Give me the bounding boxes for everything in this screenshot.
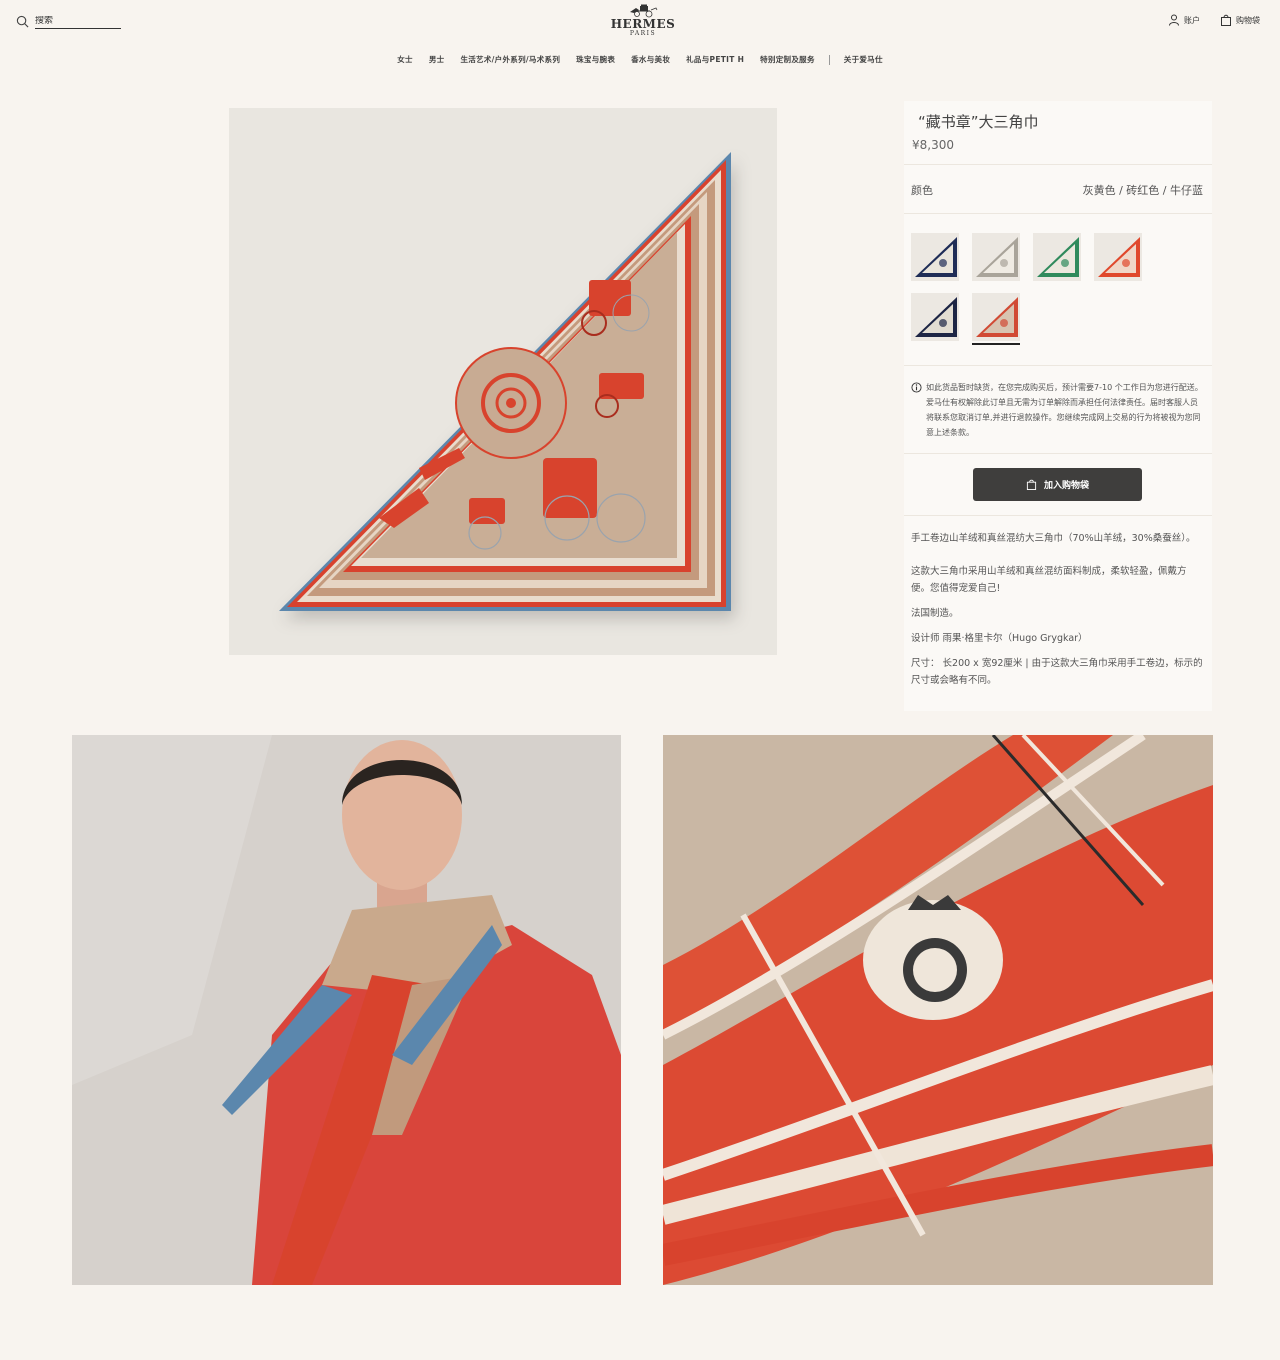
account-link[interactable]: 账户 — [1168, 14, 1200, 26]
nav-divider — [828, 54, 830, 65]
product-description: 手工卷边山羊绒和真丝混纺大三角巾（70%山羊绒，30%桑蚕丝）。 这款大三角巾采… — [904, 516, 1212, 711]
add-to-cart-button[interactable]: 加入购物袋 — [973, 468, 1142, 501]
shopping-bag-icon — [1221, 14, 1231, 26]
add-to-cart-label: 加入购物袋 — [1043, 481, 1089, 491]
swatch-thumbnail — [911, 293, 959, 341]
swatch-thumbnail — [972, 233, 1020, 281]
color-value: 灰黄色 / 砖红色 / 牛仔蓝 — [1082, 184, 1203, 197]
detail-illustration — [663, 735, 1213, 1285]
notice-text: 如此货品暂时缺货，在您完成购买后，预计需要7-10 个工作日为您进行配送。爱马仕… — [926, 383, 1203, 437]
swatch-orange[interactable] — [1094, 233, 1142, 281]
model-photo[interactable] — [72, 735, 621, 1285]
swatch-thumbnail — [1094, 233, 1142, 281]
product-title: “藏书章”大三角巾 — [918, 113, 1039, 131]
cart-link[interactable]: 购物袋 — [1220, 14, 1260, 26]
nav-item-fragrance-beauty[interactable]: 香水与美妆 — [631, 54, 670, 65]
description-body: 这款大三角巾采用山羊绒和真丝混纺面料制成，柔软轻盈，佩戴方便。您值得宠爱自己! — [911, 566, 1187, 594]
swatch-grey[interactable] — [972, 233, 1020, 281]
nav-item-jewelry-watches[interactable]: 珠宝与腕表 — [576, 54, 615, 65]
swatch-dark-navy[interactable] — [911, 293, 959, 341]
swatch-navy[interactable] — [911, 233, 959, 281]
user-icon — [1169, 14, 1179, 26]
description-size: 尺寸： 长200 x 宽92厘米 | 由于这款大三角巾采用手工卷边，标示的尺寸或… — [911, 658, 1203, 686]
swatch-beige-red[interactable] — [972, 293, 1020, 345]
model-illustration — [72, 735, 621, 1285]
info-icon — [911, 382, 922, 393]
hermes-logo[interactable]: HERMES PARIS — [603, 4, 683, 37]
product-panel: “藏书章”大三角巾 ¥8,300 颜色 灰黄色 / 砖红色 / 牛仔蓝 如此货品… — [904, 101, 1212, 711]
scarf-detail-photo[interactable] — [663, 735, 1213, 1285]
nav-item-about-hermes[interactable]: 关于爱马仕 — [844, 54, 883, 65]
swatch-green[interactable] — [1033, 233, 1081, 281]
nav-item-home-outdoor-equestrian[interactable]: 生活艺术/户外系列/马术系列 — [460, 54, 560, 65]
carriage-logo-icon — [630, 4, 658, 18]
search-input[interactable] — [35, 16, 121, 29]
swatch-thumbnail — [972, 293, 1020, 341]
account-label: 账户 — [1184, 15, 1200, 25]
nav-item-men[interactable]: 男士 — [429, 54, 445, 65]
swatch-section — [904, 214, 1212, 366]
cart-label: 购物袋 — [1236, 15, 1260, 25]
main-nav: 女士 男士 生活艺术/户外系列/马术系列 珠宝与腕表 香水与美妆 礼品与PETI… — [0, 54, 1280, 65]
color-swatches — [904, 214, 1212, 353]
scarf-illustration — [279, 152, 731, 611]
notice-section: 如此货品暂时缺货，在您完成购买后，预计需要7-10 个工作日为您进行配送。爱马仕… — [904, 366, 1212, 454]
shopping-bag-icon — [1026, 479, 1037, 490]
color-row: 颜色 灰黄色 / 砖红色 / 牛仔蓝 — [904, 165, 1212, 213]
description-material: 手工卷边山羊绒和真丝混纺大三角巾（70%山羊绒，30%桑蚕丝）。 — [911, 533, 1196, 544]
color-section: 颜色 灰黄色 / 砖红色 / 牛仔蓝 — [904, 165, 1212, 214]
product-image[interactable] — [229, 108, 777, 655]
swatch-thumbnail — [1033, 233, 1081, 281]
cart-section: 加入购物袋 — [904, 454, 1212, 516]
logo-city: PARIS — [629, 30, 657, 37]
search-bar[interactable] — [16, 13, 121, 32]
nav-item-gifts-petit-h[interactable]: 礼品与PETIT H — [686, 54, 744, 65]
nav-item-women[interactable]: 女士 — [397, 54, 413, 65]
title-section: “藏书章”大三角巾 ¥8,300 — [904, 111, 1212, 165]
logo-wordmark: HERMES — [610, 17, 676, 31]
product-price: ¥8,300 — [912, 138, 954, 152]
color-label: 颜色 — [911, 184, 933, 197]
search-icon[interactable] — [16, 13, 29, 32]
description-origin: 法国制造。 — [911, 608, 959, 619]
nav-item-special-services[interactable]: 特别定制及服务 — [760, 54, 815, 65]
swatch-thumbnail — [911, 233, 959, 281]
description-designer: 设计师 雨果·格里卡尔（Hugo Grygkar） — [911, 633, 1088, 644]
stock-notice: 如此货品暂时缺货，在您完成购买后，预计需要7-10 个工作日为您进行配送。爱马仕… — [904, 366, 1212, 453]
